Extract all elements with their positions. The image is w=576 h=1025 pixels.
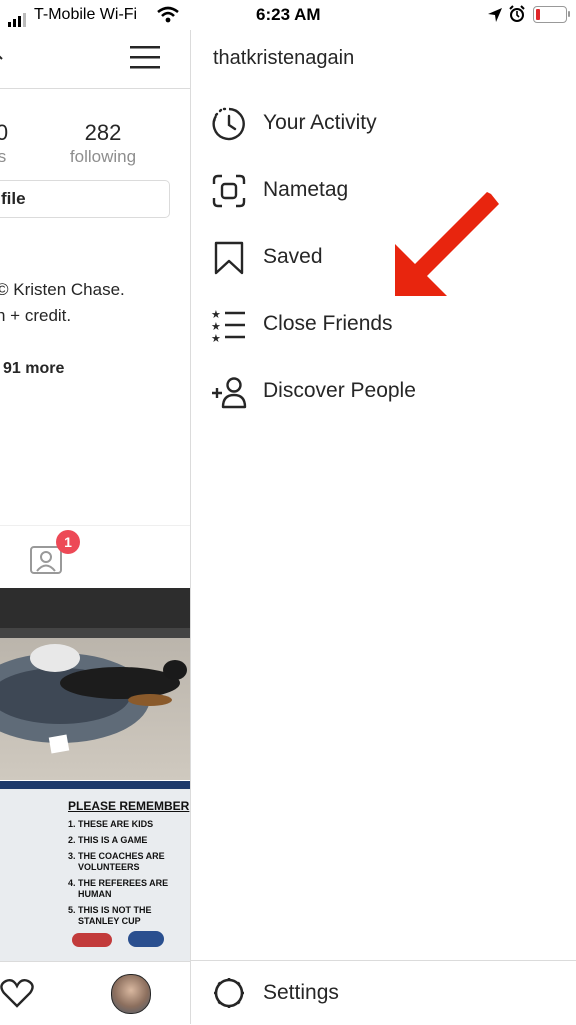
status-time: 6:23 AM xyxy=(256,5,321,24)
nametag-icon xyxy=(212,174,246,208)
menu-item-label: Discover People xyxy=(263,379,416,402)
battery-cap xyxy=(568,11,570,17)
battery-icon xyxy=(533,6,567,23)
sign-item: VOLUNTEERS xyxy=(78,862,140,872)
menu-item-discover-people[interactable]: Discover People xyxy=(191,358,576,424)
posts-label: s xyxy=(0,147,12,167)
menu-icon[interactable] xyxy=(130,44,160,70)
edit-profile-label: file xyxy=(1,189,26,208)
heart-icon[interactable] xyxy=(0,978,34,1008)
following-label[interactable]: following xyxy=(53,147,153,167)
menu-item-settings[interactable]: Settings xyxy=(191,960,576,1025)
status-bar: T-Mobile Wi-Fi 6:23 AM xyxy=(0,0,576,30)
profile-panel: 0 s 282 following file © Kristen Chase. … xyxy=(0,30,191,1024)
profile-avatar[interactable] xyxy=(111,974,151,1014)
bio-line-1: © Kristen Chase. xyxy=(0,280,125,299)
sign-item: 2. THIS IS A GAME xyxy=(68,835,148,845)
menu-item-label: Your Activity xyxy=(263,111,377,134)
menu-username: thatkristenagain xyxy=(213,47,355,69)
profile-header xyxy=(0,30,190,89)
bookmark-icon xyxy=(214,241,244,275)
location-arrow-icon xyxy=(488,8,502,22)
tagged-badge: 1 xyxy=(56,530,80,554)
signal-icon xyxy=(8,9,28,27)
menu-item-close-friends[interactable]: ★ ★ ★ Close Friends xyxy=(191,291,576,357)
menu-item-saved[interactable]: Saved xyxy=(191,224,576,290)
chevron-down-icon[interactable] xyxy=(0,50,8,62)
settings-label: Settings xyxy=(263,981,339,1004)
menu-item-label: Close Friends xyxy=(263,312,393,335)
side-menu: thatkristenagain Your Activity Nametag S… xyxy=(191,30,576,1024)
gear-icon xyxy=(214,978,244,1008)
following-count[interactable]: 282 xyxy=(53,120,153,146)
bottom-nav xyxy=(0,961,190,1024)
close-friends-icon: ★ ★ ★ xyxy=(211,308,245,343)
sign-item: HUMAN xyxy=(78,889,112,899)
alarm-icon xyxy=(509,5,525,22)
menu-item-nametag[interactable]: Nametag xyxy=(191,157,576,223)
edit-profile-button[interactable]: file xyxy=(0,180,170,218)
activity-icon xyxy=(212,107,245,141)
skate-zone-logo xyxy=(128,931,164,947)
sign-item: STANLEY CUP xyxy=(78,916,141,926)
dog-photo-image xyxy=(0,588,190,754)
sign-title: PLEASE REMEMBER xyxy=(68,799,190,813)
posts-count: 0 xyxy=(0,120,12,146)
menu-item-label: Saved xyxy=(263,245,323,268)
grid-photo-dog[interactable] xyxy=(0,588,190,780)
sign-item: 1. THESE ARE KIDS xyxy=(68,819,154,829)
wifi-icon xyxy=(157,6,179,23)
bio-line-2: n + credit. xyxy=(0,306,72,325)
add-person-icon xyxy=(212,377,247,409)
grid-photo-sign[interactable]: PLEASE REMEMBER 1. THESE ARE KIDS 2. THI… xyxy=(0,781,190,961)
sign-item: 4. THE REFEREES ARE xyxy=(68,878,169,888)
followed-by-text[interactable]: 91 more xyxy=(3,360,64,378)
sign-item: 3. THE COACHES ARE xyxy=(68,851,165,861)
sign-item: 5. THIS IS NOT THE xyxy=(68,905,152,915)
annotation-arrow-icon xyxy=(395,192,499,296)
menu-item-label: Nametag xyxy=(263,178,349,201)
carrier-label: T-Mobile Wi-Fi xyxy=(34,6,138,23)
svg-text:★: ★ xyxy=(211,332,221,343)
menu-item-your-activity[interactable]: Your Activity xyxy=(191,90,576,156)
usa-hockey-logo xyxy=(72,933,112,947)
profile-tabs: 1 xyxy=(0,525,190,589)
